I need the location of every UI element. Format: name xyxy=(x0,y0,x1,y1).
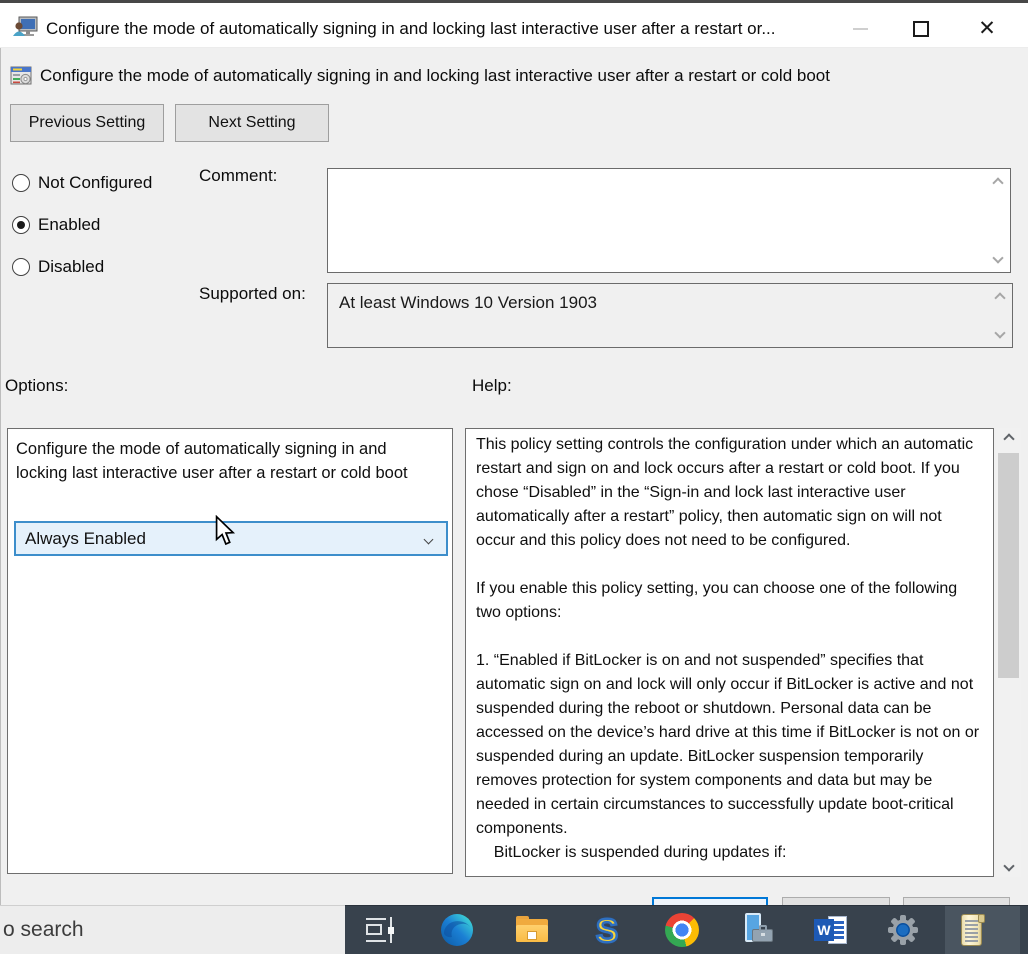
close-button[interactable]: ✕ xyxy=(962,6,1012,51)
previous-setting-button[interactable]: Previous Setting xyxy=(10,104,164,142)
settings-taskbar-button[interactable] xyxy=(885,912,921,948)
options-heading: Options: xyxy=(5,376,68,396)
scroll-down-icon[interactable] xyxy=(992,252,1003,263)
scroll-up-icon[interactable] xyxy=(994,292,1005,303)
scrollbar-down-button[interactable] xyxy=(996,855,1021,877)
edge-taskbar-button[interactable] xyxy=(439,912,475,948)
group-policy-setting-dialog: Configure the mode of automatically sign… xyxy=(0,0,1028,954)
help-panel[interactable]: This policy setting controls the configu… xyxy=(465,428,994,877)
admin-toolbox-taskbar-button[interactable] xyxy=(739,912,775,948)
minimize-button[interactable] xyxy=(835,6,885,51)
scroll-up-icon[interactable] xyxy=(992,177,1003,188)
window-title: Configure the mode of automatically sign… xyxy=(46,6,776,51)
help-heading: Help: xyxy=(472,376,512,396)
comment-value xyxy=(336,175,984,266)
file-explorer-taskbar-button[interactable] xyxy=(514,912,550,948)
scrollbar-thumb[interactable] xyxy=(998,453,1019,678)
search-placeholder-text: o search xyxy=(3,918,84,942)
file-explorer-icon xyxy=(515,914,549,946)
supported-on-label: Supported on: xyxy=(199,284,306,304)
radio-label-not-configured: Not Configured xyxy=(38,173,152,193)
microsoft-edge-icon xyxy=(440,913,474,947)
maximize-button[interactable] xyxy=(896,6,946,51)
help-text: This policy setting controls the configu… xyxy=(466,429,993,865)
supported-on-value: At least Windows 10 Version 1903 xyxy=(339,293,597,313)
group-policy-editor-taskbar-button[interactable] xyxy=(955,912,991,948)
comment-label: Comment: xyxy=(199,166,277,186)
options-panel: Configure the mode of automatically sign… xyxy=(7,428,453,874)
supported-on-textbox: At least Windows 10 Version 1903 xyxy=(327,283,1013,348)
google-chrome-icon xyxy=(665,913,699,947)
scroll-down-icon[interactable] xyxy=(994,327,1005,338)
taskbar-search-box[interactable]: o search xyxy=(0,905,345,954)
microsoft-word-icon: W xyxy=(814,914,850,946)
minimize-icon xyxy=(853,28,868,30)
radio-row-disabled[interactable]: Disabled xyxy=(12,257,104,277)
chrome-taskbar-button[interactable] xyxy=(664,912,700,948)
group-policy-editor-scroll-icon xyxy=(958,913,988,947)
next-setting-button[interactable]: Next Setting xyxy=(175,104,329,142)
radio-not-configured[interactable] xyxy=(12,174,30,192)
mode-dropdown[interactable]: Always Enabled xyxy=(14,521,448,556)
radio-label-enabled: Enabled xyxy=(38,215,100,235)
task-view-icon xyxy=(365,915,395,945)
dropdown-selected-value: Always Enabled xyxy=(25,529,146,549)
titlebar: Configure the mode of automatically sign… xyxy=(0,3,1028,48)
radio-enabled[interactable] xyxy=(12,216,30,234)
scrollbar-up-button[interactable] xyxy=(996,428,1021,450)
s-app-taskbar-button[interactable]: S xyxy=(589,912,625,948)
taskbar: o search xyxy=(0,905,1028,954)
radio-row-not-configured[interactable]: Not Configured xyxy=(12,173,152,193)
chevron-up-icon xyxy=(1003,433,1014,444)
close-icon: ✕ xyxy=(978,18,996,39)
window-left-edge xyxy=(0,3,1,905)
radio-label-disabled: Disabled xyxy=(38,257,104,277)
s-app-icon: S xyxy=(596,914,618,947)
comment-textbox[interactable] xyxy=(327,168,1011,273)
policy-setting-icon xyxy=(10,65,32,87)
chevron-down-icon xyxy=(1003,860,1014,871)
taskbar-dark-area: S W xyxy=(345,905,1028,954)
help-scrollbar[interactable] xyxy=(996,428,1021,877)
policy-user-computer-icon xyxy=(12,14,39,41)
task-view-button[interactable] xyxy=(362,912,398,948)
policy-name: Configure the mode of automatically sign… xyxy=(40,58,830,94)
radio-row-enabled[interactable]: Enabled xyxy=(12,215,100,235)
admin-toolbox-icon xyxy=(740,912,774,948)
radio-disabled[interactable] xyxy=(12,258,30,276)
option-description: Configure the mode of automatically sign… xyxy=(16,437,440,485)
word-taskbar-button[interactable]: W xyxy=(814,912,850,948)
settings-gear-icon xyxy=(885,912,921,948)
chevron-down-icon xyxy=(424,535,434,545)
maximize-icon xyxy=(913,21,929,37)
